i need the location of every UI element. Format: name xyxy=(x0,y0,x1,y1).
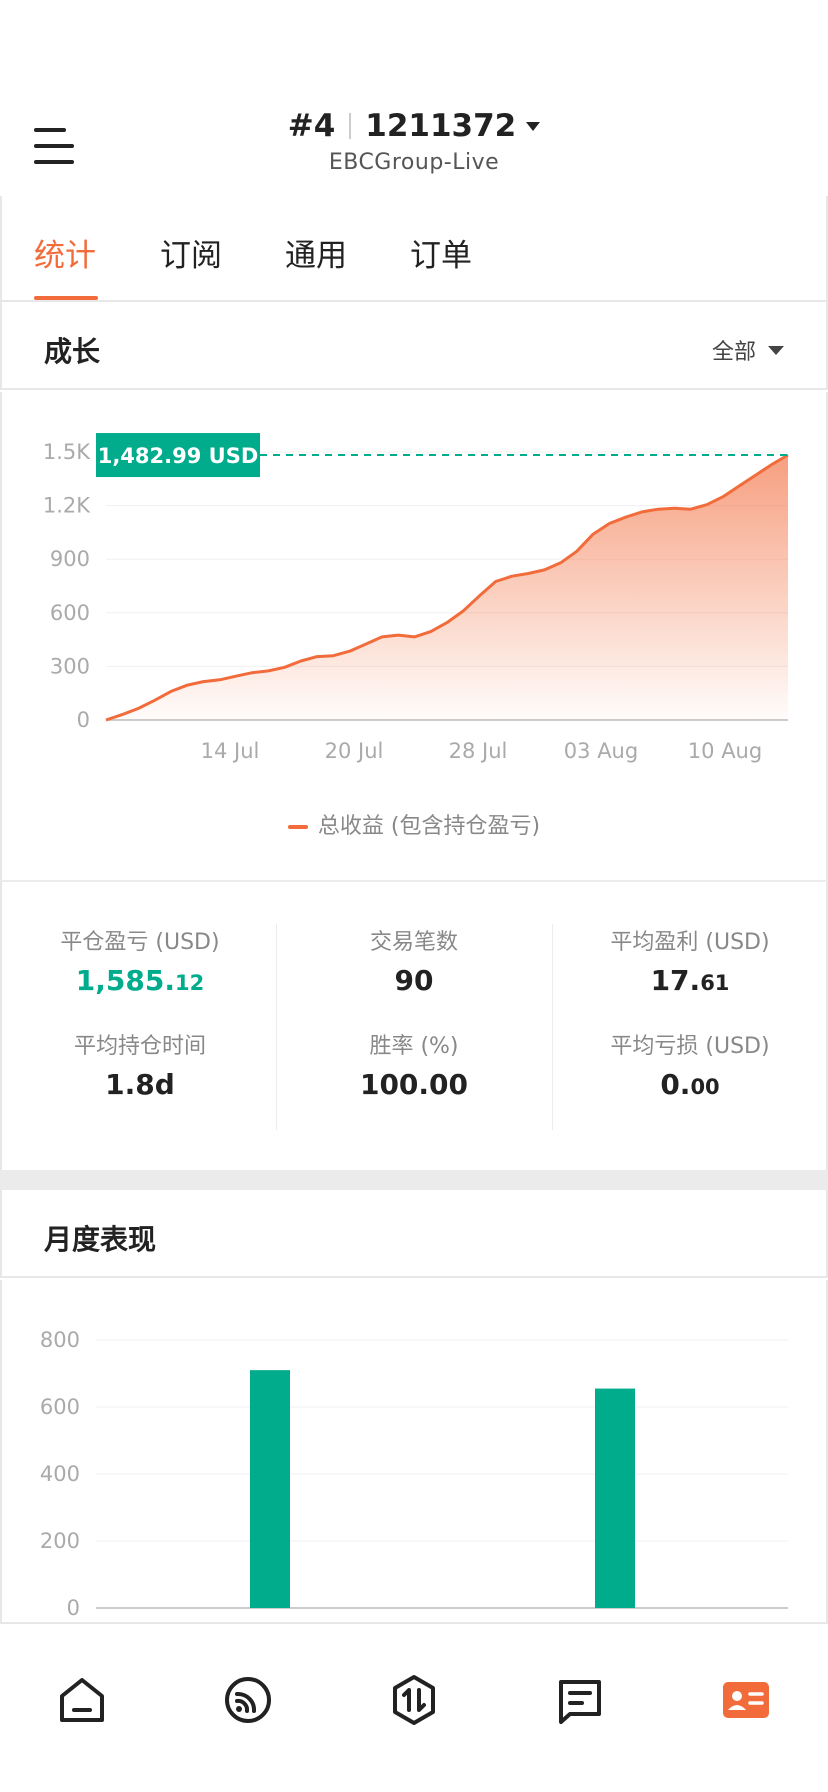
range-label: 全部 xyxy=(711,340,756,365)
nav-home[interactable] xyxy=(54,1672,110,1728)
y-tick-label: 400 xyxy=(40,1462,80,1486)
current-value-label: 1,482.99 USD xyxy=(98,444,259,468)
stat-label: 胜率 (%) xyxy=(369,1034,459,1059)
y-tick-label: 0 xyxy=(77,708,90,732)
nav-trade[interactable] xyxy=(386,1672,442,1728)
caret-down-icon xyxy=(768,345,784,355)
stat-label: 平均亏损 (USD) xyxy=(610,1034,770,1059)
active-tab-indicator xyxy=(34,296,98,300)
stat-avg-profit: 平均盈利 (USD) 17.61 xyxy=(552,924,828,997)
x-tick-label: 20 Jul xyxy=(325,739,384,763)
monthly-bar xyxy=(595,1388,635,1608)
y-tick-label: 1.2K xyxy=(43,494,91,518)
stat-label: 平均持仓时间 xyxy=(73,1034,206,1059)
stat-value-int: 90 xyxy=(394,964,434,997)
stat-avg-hold-time: 平均持仓时间 1.8d xyxy=(2,1028,278,1101)
account-selector[interactable]: #4 1211372 xyxy=(288,108,541,144)
stat-value: 1,585.12 xyxy=(2,964,278,997)
account-switcher: #4 1211372 EBCGroup-Live xyxy=(0,108,828,175)
y-tick-label: 1.5K xyxy=(43,440,91,464)
x-tick-label: 28 Jul xyxy=(449,739,508,763)
app-screen: #4 1211372 EBCGroup-Live 统计 订阅 通用 订单 成长 … xyxy=(0,0,828,1792)
stat-value: 1.8d xyxy=(2,1068,278,1101)
y-tick-label: 0 xyxy=(67,1596,80,1620)
signal-icon xyxy=(225,1677,271,1723)
section-gap xyxy=(0,1170,828,1190)
stat-value: 17.61 xyxy=(552,964,828,997)
stat-label: 平均盈利 (USD) xyxy=(610,930,770,955)
monthly-chart-container: 0 200 400 600 800 xyxy=(0,1280,828,1622)
caret-down-icon xyxy=(526,121,541,131)
server-name: EBCGroup-Live xyxy=(328,150,500,175)
x-tick-label: 03 Aug xyxy=(564,739,638,763)
stat-value-int: 17. xyxy=(650,964,701,997)
stat-closed-pnl: 平仓盈亏 (USD) 1,585.12 xyxy=(2,924,278,997)
stat-value: 100.00 xyxy=(276,1068,552,1101)
app-header: #4 1211372 EBCGroup-Live xyxy=(0,0,828,196)
news-icon xyxy=(559,1680,601,1724)
stat-value: 90 xyxy=(276,964,552,997)
y-tick-label: 600 xyxy=(50,601,90,625)
account-separator xyxy=(349,113,352,139)
stats-grid: 平仓盈亏 (USD) 1,585.12 交易笔数 90 平均盈利 (USD) 1… xyxy=(0,880,828,1172)
stat-win-rate: 胜率 (%) 100.00 xyxy=(276,1028,552,1101)
stat-value-int: 1,585. xyxy=(75,964,175,997)
stat-trade-count: 交易笔数 90 xyxy=(276,924,552,997)
x-tick-label: 10 Aug xyxy=(688,739,762,763)
nav-profile[interactable] xyxy=(718,1672,774,1728)
growth-title: 成长 xyxy=(44,335,101,368)
monthly-chart: 0 200 400 600 800 xyxy=(40,1328,788,1620)
tab-bar: 统计 订阅 通用 订单 xyxy=(0,196,828,302)
growth-legend: 总收益 (包含持仓盈亏) xyxy=(0,808,828,840)
tab-subscribe[interactable]: 订阅 xyxy=(160,230,222,275)
home-icon xyxy=(60,1678,104,1722)
bottom-nav xyxy=(0,1622,828,1792)
monthly-title: 月度表现 xyxy=(44,1223,157,1256)
growth-chart-container: 0 300 600 900 1.2K 1.5K 14 Jul 20 Jul 28 Jul 03 A… xyxy=(0,392,828,880)
y-tick-label: 200 xyxy=(40,1529,80,1553)
growth-chart: 0 300 600 900 1.2K 1.5K 14 Jul 20 Jul 28 Jul 03 A… xyxy=(43,433,789,763)
stat-value-int: 0. xyxy=(660,1068,691,1101)
tab-stats[interactable]: 统计 xyxy=(34,230,96,275)
legend-swatch xyxy=(287,825,308,829)
stat-value-int: 1.8d xyxy=(105,1068,175,1101)
growth-header: 成长 全部 xyxy=(0,302,828,390)
tab-general[interactable]: 通用 xyxy=(285,230,347,275)
range-selector[interactable]: 全部 xyxy=(712,334,784,366)
profile-card-icon xyxy=(723,1682,769,1718)
stat-value-dec: 61 xyxy=(700,971,730,995)
stat-label: 交易笔数 xyxy=(369,930,458,955)
y-tick-label: 900 xyxy=(50,547,90,571)
x-tick-label: 14 Jul xyxy=(201,739,260,763)
y-tick-label: 300 xyxy=(50,654,90,678)
stat-value-dec: 00 xyxy=(690,1075,720,1099)
stat-value-int: 100.00 xyxy=(359,1068,469,1101)
trade-icon xyxy=(393,1675,435,1725)
nav-signals[interactable] xyxy=(220,1672,276,1728)
account-number: #4 xyxy=(287,108,336,144)
monthly-header: 月度表现 xyxy=(0,1190,828,1278)
stat-avg-loss: 平均亏损 (USD) 0.00 xyxy=(552,1028,828,1101)
stat-label: 平仓盈亏 (USD) xyxy=(60,930,220,955)
y-tick-label: 800 xyxy=(40,1328,80,1352)
monthly-bar xyxy=(250,1370,290,1608)
y-tick-label: 600 xyxy=(40,1395,80,1419)
nav-news[interactable] xyxy=(552,1672,608,1728)
legend-label: 总收益 (包含持仓盈亏) xyxy=(317,814,541,839)
tab-orders[interactable]: 订单 xyxy=(410,230,472,275)
stat-value-dec: 12 xyxy=(174,971,205,995)
stat-value: 0.00 xyxy=(552,1068,828,1101)
account-id: 1211372 xyxy=(365,108,517,144)
